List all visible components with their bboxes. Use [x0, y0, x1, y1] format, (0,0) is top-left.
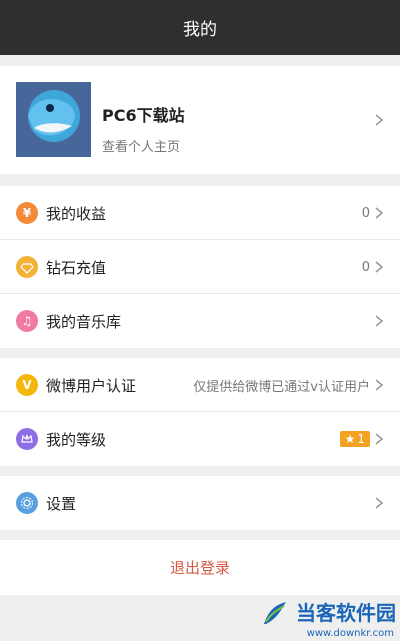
row-label: 微博用户认证 — [46, 376, 137, 395]
row-settings[interactable]: 设置 — [0, 476, 400, 530]
profile-subtitle: 查看个人主页 — [102, 140, 181, 155]
row-label: 设置 — [46, 494, 77, 513]
avatar — [16, 82, 91, 157]
section-earnings: ¥ 我的收益 0 钻石充值 0 ♫ 我的音乐库 — [0, 186, 400, 348]
gear-icon — [16, 492, 38, 514]
profile-card[interactable]: PC6下载站 查看个人主页 — [0, 66, 400, 174]
row-label: 我的收益 — [46, 204, 107, 223]
page-title: 我的 — [183, 20, 217, 40]
profile-name: PC6下载站 — [102, 106, 185, 125]
row-label: 我的等级 — [46, 430, 107, 449]
yen-icon: ¥ — [16, 202, 38, 224]
section-account: V 微博用户认证 仅提供给微博已通过v认证用户 我的等级 ★ 1 — [0, 358, 400, 466]
crown-icon — [16, 428, 38, 450]
section-settings: 设置 — [0, 476, 400, 530]
music-icon: ♫ — [16, 310, 38, 332]
watermark-text: 当客软件园 — [296, 601, 396, 625]
diamond-icon — [16, 256, 38, 278]
chevron-right-icon — [375, 497, 384, 509]
star-icon: ★ — [344, 432, 356, 446]
row-my-earnings[interactable]: ¥ 我的收益 0 — [0, 186, 400, 240]
watermark-url: www.downkr.com — [306, 628, 394, 639]
logout-button[interactable]: 退出登录 — [0, 540, 400, 595]
row-diamond-recharge[interactable]: 钻石充值 0 — [0, 240, 400, 294]
row-value: 0 — [361, 259, 370, 275]
row-label: 我的音乐库 — [46, 312, 122, 331]
top-bar: 我的 — [0, 0, 400, 55]
row-label: 钻石充值 — [46, 258, 107, 277]
chevron-right-icon — [375, 207, 384, 219]
chevron-right-icon — [375, 261, 384, 273]
row-weibo-verify[interactable]: V 微博用户认证 仅提供给微博已通过v认证用户 — [0, 358, 400, 412]
chevron-right-icon — [375, 433, 384, 445]
chevron-right-icon — [375, 114, 384, 126]
row-music-library[interactable]: ♫ 我的音乐库 — [0, 294, 400, 348]
chevron-right-icon — [375, 315, 384, 327]
level-badge: ★ 1 — [339, 431, 370, 447]
v-icon: V — [16, 374, 38, 396]
row-value: 仅提供给微博已通过v认证用户 — [193, 379, 370, 395]
chevron-right-icon — [375, 379, 384, 391]
watermark-logo: 当客软件园 www.downkr.com — [260, 596, 400, 641]
row-my-level[interactable]: 我的等级 ★ 1 — [0, 412, 400, 466]
row-value: 0 — [361, 205, 370, 221]
